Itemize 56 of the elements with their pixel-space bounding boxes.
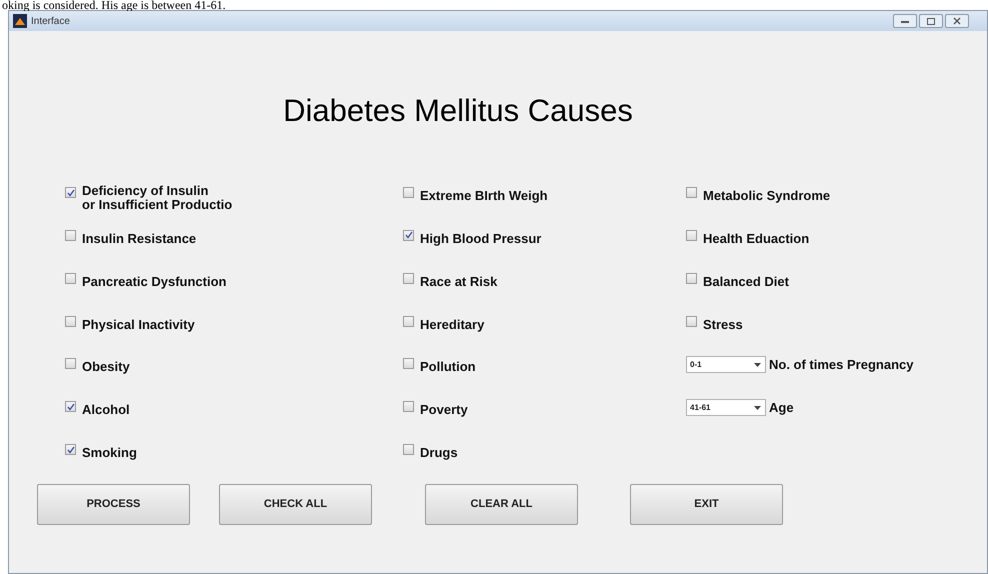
checkbox-label: Drugs: [420, 446, 458, 460]
checkbox-label: Race at Risk: [420, 274, 498, 289]
maximize-button[interactable]: [919, 14, 943, 28]
checkbox-label: Extreme BIrth Weigh: [420, 189, 548, 203]
minimize-button[interactable]: [893, 14, 917, 28]
checkbox-label: High Blood Pressur: [420, 232, 542, 246]
checkbox-label: Balanced Diet: [703, 275, 789, 289]
checkbox[interactable]: [65, 401, 76, 412]
checkbox[interactable]: [686, 187, 697, 198]
checkbox-label: Metabolic Syndrome: [703, 189, 830, 203]
checkbox-label: Smoking: [82, 446, 137, 460]
heading: Diabetes Mellitus Causes: [283, 92, 633, 130]
app-icon: [13, 14, 27, 28]
checkbox[interactable]: [403, 230, 414, 241]
checkbox-label: Poverty: [420, 403, 468, 418]
dropdown[interactable]: 41-61: [686, 399, 766, 416]
checkbox[interactable]: [686, 230, 697, 241]
checkbox-label: Pollution: [420, 360, 476, 374]
maximize-icon: [927, 18, 935, 24]
dropdown-label: Age: [769, 399, 794, 416]
checkbox[interactable]: [686, 316, 697, 327]
dropdown[interactable]: 0-1: [686, 356, 766, 373]
document-text: oking is considered. His age is between 41-61.: [2, 0, 226, 10]
caret-icon: [754, 362, 761, 366]
checkbox-label: Pancreatic Dysfunction: [82, 274, 226, 289]
checkbox[interactable]: [403, 272, 414, 284]
action-button[interactable]: EXIT: [630, 484, 783, 525]
checkbox[interactable]: [65, 230, 76, 241]
checkbox[interactable]: [403, 316, 414, 327]
checkbox-label: Obesity: [82, 360, 130, 374]
checkbox[interactable]: [65, 187, 76, 198]
action-button[interactable]: CHECK ALL: [219, 484, 372, 525]
checkbox-label: Hereditary: [420, 318, 484, 332]
checkbox-label: Alcohol: [82, 403, 130, 418]
checkbox[interactable]: [403, 358, 414, 370]
checkbox-label: Insulin Resistance: [82, 232, 196, 246]
action-button[interactable]: CLEAR ALL: [425, 484, 578, 525]
checkbox[interactable]: [65, 358, 76, 370]
checkbox[interactable]: [403, 401, 414, 412]
checkbox[interactable]: [403, 444, 414, 456]
checkbox[interactable]: [686, 273, 697, 284]
checkbox-label: Physical Inactivity: [82, 318, 195, 332]
checkbox[interactable]: [65, 316, 76, 327]
minimize-icon: [901, 20, 909, 22]
checkbox[interactable]: [403, 187, 414, 198]
checkbox-label: Stress: [703, 318, 743, 332]
window-title: Interface: [31, 14, 70, 28]
action-button[interactable]: PROCESS: [37, 484, 190, 525]
dropdown-label: No. of times Pregnancy: [769, 356, 914, 373]
checkbox-label: Health Eduaction: [703, 232, 810, 246]
checkbox-label: Deficiency of Insulin or Insufficient Productio: [82, 184, 232, 212]
checkbox[interactable]: [65, 272, 76, 284]
checkbox[interactable]: [65, 444, 76, 456]
close-button[interactable]: [945, 14, 969, 28]
caret-icon: [754, 406, 761, 410]
close-icon: [953, 17, 961, 25]
